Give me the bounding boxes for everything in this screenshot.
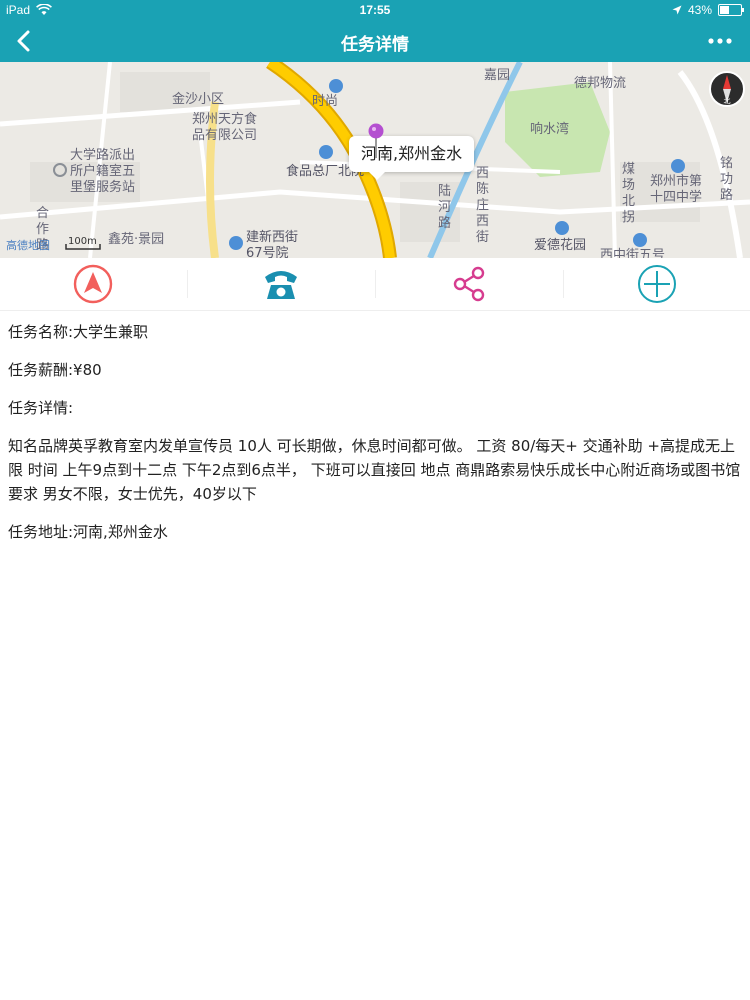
phone-icon xyxy=(265,271,297,299)
compass-icon[interactable]: 北 xyxy=(708,70,746,108)
map-label: 煤场北拐 xyxy=(622,162,636,225)
task-address: 任务地址:河南,郑州金水 xyxy=(8,523,168,541)
task-details: 任务名称:大学生兼职 任务薪酬:¥80 任务详情: 知名品牌英孚教育室内发单宣传… xyxy=(8,310,742,544)
map-label: 嘉园 xyxy=(484,68,511,83)
status-time: 17:55 xyxy=(359,3,391,17)
map-pin-icon[interactable] xyxy=(366,122,386,160)
map-label: 铭功路 xyxy=(720,156,734,203)
add-button[interactable] xyxy=(564,262,750,306)
battery-level xyxy=(720,6,729,14)
map-scale: 100m xyxy=(68,236,97,247)
navigation-icon xyxy=(73,264,113,304)
map-label: 陆河路 xyxy=(438,184,452,231)
call-button[interactable] xyxy=(188,262,374,306)
status-right: 43% xyxy=(672,3,744,17)
map-label: 郑州市第十四中学 xyxy=(650,174,703,205)
map-label: 建新西街67号院 xyxy=(246,230,299,258)
map-label: 西中街五号 xyxy=(600,248,666,258)
map-label: 大学路派出所户籍室五里堡服务站 xyxy=(70,148,136,195)
action-bar xyxy=(0,258,750,311)
plus-circle-icon xyxy=(638,265,676,303)
more-dots-icon[interactable] xyxy=(704,28,736,54)
map-view[interactable]: 金沙小区 郑州天方食品有限公司 大学路派出所户籍室五里堡服务站 食品总厂北院 合… xyxy=(0,62,750,258)
map-label: 爱德花园 xyxy=(534,238,587,253)
page-title: 任务详情 xyxy=(341,35,409,55)
task-name: 任务名称:大学生兼职 xyxy=(8,323,149,341)
map-label: 时尚 xyxy=(312,94,339,109)
map-label: 西陈庄西街 xyxy=(476,166,490,245)
share-button[interactable] xyxy=(376,262,562,306)
share-icon xyxy=(453,266,485,302)
location-arrow-icon xyxy=(672,5,682,15)
compass-label: 北 xyxy=(724,97,731,105)
battery-percent: 43% xyxy=(687,3,712,17)
nav-bar: 任务详情 xyxy=(0,20,750,62)
task-detail-text: 知名品牌英孚教育室内发单宣传员 10人 可长期做，休息时间都可做。 工资 80/… xyxy=(8,437,741,503)
navigate-button[interactable] xyxy=(0,262,186,306)
battery-icon xyxy=(718,4,744,16)
task-detail-label: 任务详情: xyxy=(8,399,74,417)
map-label: 金沙小区 xyxy=(172,92,225,107)
map-attribution: 高德地图 xyxy=(6,239,50,252)
map-label: 鑫苑·景园 xyxy=(108,232,165,247)
status-bar: iPad 17:55 43% xyxy=(0,0,750,20)
map-label: 郑州天方食品有限公司 xyxy=(192,112,258,143)
map-label: 响水湾 xyxy=(530,122,570,137)
map-label: 德邦物流 xyxy=(574,76,627,91)
task-pay: 任务薪酬:¥80 xyxy=(8,361,102,379)
